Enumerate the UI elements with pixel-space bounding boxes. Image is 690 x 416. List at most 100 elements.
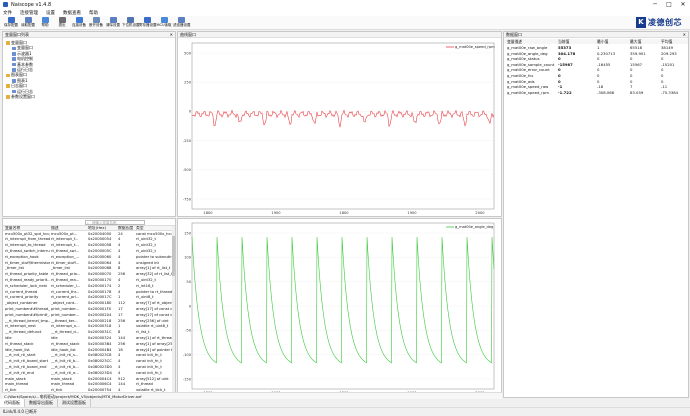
toolbar-button-2[interactable]: 帮助: [37, 17, 53, 29]
table-row[interactable]: rt_interrupt_from_thread rt_interrupt_f..…: [3, 237, 175, 242]
table-row[interactable]: __rt_thread_defunct __rt_thread_d... 0x200…: [3, 330, 175, 335]
table-row[interactable]: rt_thread_switch_interru... rt_thread_swi…: [3, 249, 175, 254]
toolbar-button-1[interactable]: 读取配置: [20, 17, 36, 29]
column-header[interactable]: 当前值: [558, 39, 596, 44]
speed-chart[interactable]: 500 250 0 -250 -500 -750 1800 1900 1800 1900 2000 g…: [178, 39, 501, 217]
table-row[interactable]: rt_exception_hook rt_exception_... 0x20000…: [3, 255, 175, 260]
data-row[interactable]: g_mat00e_speed_rpm -1.722 -308.068 83.059 -7…: [504, 90, 688, 95]
table-cell: rt_exception_hook: [5, 254, 39, 259]
data-panel-close-icon[interactable]: ✕: [683, 32, 686, 38]
table-row[interactable]: rt_thread_ready_priorit... rt_thread_rea.…: [3, 278, 175, 283]
tab-test-settings[interactable]: 测试设置面板: [58, 399, 91, 407]
table-cell: rt_interrupt_to_thread: [5, 243, 46, 248]
toolbar-button-5[interactable]: 断开设备: [88, 17, 104, 29]
table-cell: 112: [118, 301, 126, 306]
column-header[interactable]: 类型: [136, 226, 174, 230]
maximize-button[interactable]: □: [662, 0, 676, 9]
data-row[interactable]: g_mat00e_fcs 0 0 0 0: [504, 73, 688, 78]
window-icon: [12, 52, 16, 56]
table-row[interactable]: main_stack main_stack 0x200004C4 512 array[5…: [3, 377, 175, 382]
table-cell: main_stack: [5, 376, 26, 381]
search-box[interactable]: ⌕ 请输入变量名称: [85, 220, 145, 225]
window-title: Naiscope v1.4.8: [11, 1, 52, 8]
table-row[interactable]: rt_thread_stack rt_thread_stack 0x200003B4…: [3, 342, 175, 347]
toolbar-button-0[interactable]: 保存配置: [3, 17, 19, 29]
toolbar-button-8[interactable]: 寄存器设置: [139, 17, 157, 29]
menu-connection[interactable]: 连接管理: [20, 10, 38, 16]
tab-code[interactable]: 代码面板: [0, 399, 25, 407]
table-row[interactable]: print_number##thread_... print_number... 0…: [3, 307, 175, 312]
minimize-button[interactable]: ─: [648, 0, 662, 9]
table-row[interactable]: rt_scheduler_lock_nest rt_scheduler_l... 0…: [3, 284, 175, 289]
table-row[interactable]: print_number##fprintf_... print_number...…: [3, 313, 175, 318]
column-header[interactable]: 最大值: [630, 39, 660, 44]
table-cell: rt_uint8_t: [136, 295, 154, 300]
connection-status: ILink/0.4.0 已断开: [3, 409, 38, 414]
angle-chart[interactable]: 150100500-50-100-15018001900180019002000…: [178, 219, 501, 397]
data-row[interactable]: g_mat00e_error_count 0 0 0 0: [504, 67, 688, 72]
table-cell: 256: [118, 272, 126, 277]
data-row[interactable]: g_mat00e_sample_count -15987 -16455 15567 -1…: [504, 62, 688, 67]
toolbar-button-9[interactable]: MCU读取: [156, 17, 172, 29]
table-cell: rt_interrupt_t...: [51, 243, 79, 248]
menu-view[interactable]: 数据查看: [63, 10, 81, 16]
data-row[interactable]: g_mat00e_angle_deg 304.178 0.230713 359.901…: [504, 51, 688, 56]
column-header[interactable]: 数据长度: [118, 226, 135, 230]
column-header[interactable]: 地址(Hex): [88, 226, 117, 230]
menu-file[interactable]: 文件: [3, 10, 12, 16]
column-header[interactable]: 变量描述: [507, 39, 557, 44]
tab-data-export[interactable]: 数据导出面板: [25, 399, 58, 407]
data-row[interactable]: g_mat00e_raw_angle 55373 1 65518 38149: [504, 45, 688, 50]
column-header[interactable]: 描述: [51, 226, 87, 230]
column-header[interactable]: 平均值: [661, 39, 688, 44]
toolbar-button-4[interactable]: 连接设备: [71, 17, 87, 29]
toolbar-button-7[interactable]: 下位机设置: [122, 17, 140, 29]
table-cell: 256: [118, 318, 126, 323]
table-row[interactable]: __rt_init_rti_board_start __rt_init_rti_b…: [3, 359, 175, 364]
table-row[interactable]: rt_current_priority rt_current_pri... 0x20…: [3, 295, 175, 300]
column-header[interactable]: 变量名称: [5, 226, 50, 230]
variable-panel: 变量窗口列表 ✕ 变量窗口 变量窗口 示波器1 电机控制 基本参数 运行日志 图表窗口 图表1…: [2, 31, 176, 217]
data-panel-title: 数据窗口: [506, 32, 522, 37]
table-row[interactable]: idle_hook_list idle_hook_list 0x200004B4 16…: [3, 348, 175, 353]
menu-settings[interactable]: 设置: [46, 10, 55, 16]
table-cell: array[256] of uint: [136, 318, 169, 323]
table-cell: __rt_init_rti_e...: [51, 370, 79, 375]
data-row[interactable]: g_mat00e_status 0 0 0 0: [504, 56, 688, 61]
table-row[interactable]: rt_timer_stuff/thermistor... rt_timer_stu…: [3, 261, 175, 266]
table-row[interactable]: __rt_init_rti_start __rt_init_rti_s... 0x0…: [3, 353, 175, 358]
table-cell: rt_uint32_t: [136, 248, 156, 253]
table-cell: pointer to subroutin: [136, 254, 173, 259]
data-row[interactable]: g_mat00e_speed_raw -1 -18 7 -11: [504, 84, 688, 89]
column-header[interactable]: 最小值: [597, 39, 629, 44]
table-cell: rt_thread: [136, 382, 153, 387]
table-cell: rt_thread_switch_interru...: [5, 248, 50, 253]
table-row[interactable]: rt_interrupt_to_thread rt_interrupt_t... 0…: [3, 243, 175, 248]
table-row[interactable]: _object_container _object_cont... 0x200001…: [3, 301, 175, 306]
toolbar-button-6[interactable]: 清除设置: [105, 17, 121, 29]
data-cell: g_mat00e_ads: [507, 78, 535, 84]
data-cell: 304.178: [558, 50, 576, 56]
table-row[interactable]: __rt_thread_kernel_tmp... __thread_ker...…: [3, 319, 175, 324]
table-row[interactable]: rt_thread_priority_table rt_thread_prio..…: [3, 272, 175, 277]
table-cell: rt_int16_t: [136, 283, 154, 288]
menu-help[interactable]: 帮助: [89, 10, 98, 16]
table-row[interactable]: rt_current_thread rt_current_thr... 0x2000…: [3, 290, 175, 295]
window-icon: [12, 46, 16, 51]
x-tick-label: 1800: [339, 211, 349, 215]
data-cell: 0.230713: [597, 50, 616, 56]
tree-item[interactable]: 参数设置窗口: [6, 94, 35, 100]
data-row[interactable]: g_mat00e_ads 0 0 0 0: [504, 79, 688, 84]
table-row[interactable]: __rt_init_rti_board_end __rt_init_rti_b..…: [3, 365, 175, 370]
close-button[interactable]: ✕: [676, 0, 690, 9]
table-scrollbar[interactable]: [172, 226, 175, 397]
table-row[interactable]: _timer_list _timer_list 0x20000068 8 array[1…: [3, 266, 175, 271]
toolbar-button-3[interactable]: 退出: [54, 17, 70, 29]
table-row[interactable]: rt_interrupt_nest rt_interrupt_n... 0x2000…: [3, 324, 175, 329]
table-row[interactable]: idle idle 0x20000324 144 array[1] of rt_thre…: [3, 336, 175, 341]
table-row[interactable]: mcu500x_pt32_spd_hcu_... mcu500x_pt... 0x2…: [3, 232, 175, 237]
table-row[interactable]: __rt_init_rti_end __rt_init_rti_e... 0x080…: [3, 371, 175, 376]
table-row[interactable]: main_thread main_thread 0x200006C4 144 rt_th…: [3, 382, 175, 387]
toolbar-button-10[interactable]: 滤波器设置: [173, 17, 191, 29]
table-cell: 4: [118, 260, 121, 265]
